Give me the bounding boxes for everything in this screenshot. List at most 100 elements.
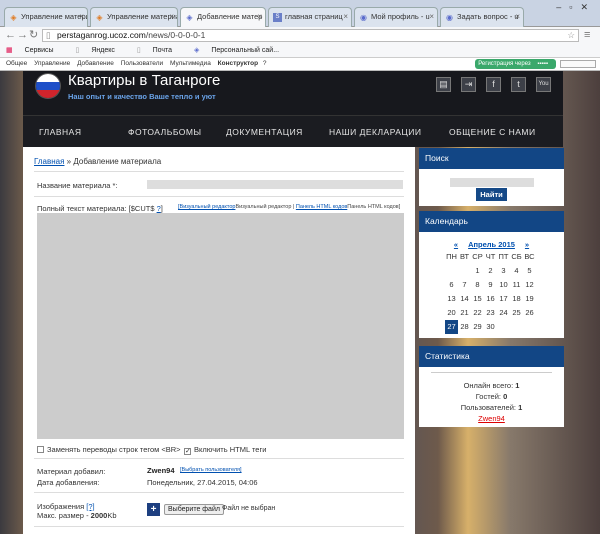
calendar-day[interactable]: 29	[471, 320, 484, 334]
calendar-day[interactable]: 23	[484, 306, 497, 320]
calendar-day[interactable]: 13	[445, 292, 458, 306]
register-via-button[interactable]: Регистрация через ▪▪▪▪▪	[475, 59, 556, 69]
twitter-icon[interactable]: t	[511, 77, 526, 92]
ucoz-search-input[interactable]	[560, 60, 596, 68]
ucoz-menu-multimedia[interactable]: Мультимедиа	[170, 60, 211, 67]
calendar-day[interactable]: 19	[523, 292, 536, 306]
checkbox-box[interactable]	[37, 446, 44, 453]
calendar-day[interactable]: 5	[523, 264, 536, 278]
calendar-day[interactable]: 15	[471, 292, 484, 306]
calendar-day[interactable]: 30	[484, 320, 497, 334]
close-icon[interactable]: ×	[429, 12, 434, 21]
fulltext-editor[interactable]	[37, 213, 404, 439]
browser-tab-2[interactable]: ◈ Управление материа ×	[90, 7, 178, 27]
bookmark-mail[interactable]: ▯ Почта	[137, 47, 182, 54]
menu-item-documentation[interactable]: ДОКУМЕНТАЦИЯ	[226, 127, 303, 137]
calendar-day[interactable]: 17	[497, 292, 510, 306]
menu-item-contact[interactable]: ОБЩЕНИЕ С НАМИ	[449, 127, 536, 137]
author-label: Материал добавил:	[37, 467, 106, 476]
calendar-prev-link[interactable]: «	[454, 240, 458, 249]
address-bar[interactable]: ▯ perstaganrog.ucoz.com/news/0-0-0-0-1 ☆	[42, 29, 579, 42]
calendar-day[interactable]: 7	[458, 278, 471, 292]
menu-icon[interactable]: ≡	[584, 28, 590, 42]
calendar-day[interactable]: 22	[471, 306, 484, 320]
menu-item-home[interactable]: ГЛАВНАЯ	[39, 127, 82, 137]
calendar-day[interactable]: 10	[497, 278, 510, 292]
calendar-day[interactable]: 24	[497, 306, 510, 320]
site-title[interactable]: Квартиры в Таганроге	[68, 72, 220, 89]
calendar-day[interactable]: 14	[458, 292, 471, 306]
window-controls[interactable]: –▫✕	[556, 2, 596, 13]
facebook-icon[interactable]: f	[486, 77, 501, 92]
browser-tab-3[interactable]: ◈ Добавление матер ×	[180, 7, 266, 27]
youtube-icon[interactable]: You	[536, 77, 551, 92]
ucoz-icon: ◈	[186, 13, 193, 22]
calendar-day[interactable]: 4	[510, 264, 523, 278]
calendar-day[interactable]: 21	[458, 306, 471, 320]
calendar-day[interactable]: 26	[523, 306, 536, 320]
breadcrumb-home-link[interactable]: Главная	[34, 157, 64, 166]
calendar-day[interactable]: 9	[484, 278, 497, 292]
stats-block-title: Статистика	[419, 346, 564, 367]
calculator-icon[interactable]: ▤	[436, 77, 451, 92]
fulltext-label: Полный текст материала: [$CUT$ ?]	[37, 204, 163, 213]
calendar-month-link[interactable]: Апрель 2015	[468, 240, 515, 249]
choose-user-link[interactable]: [Выбрать пользователя]	[180, 467, 242, 473]
ucoz-menu-general[interactable]: Общее	[6, 60, 27, 67]
site-subtitle: Наш опыт и качество Ваше тепло и уют	[68, 92, 216, 101]
calendar-day[interactable]: 12	[523, 278, 536, 292]
back-icon[interactable]: ←	[5, 28, 16, 42]
close-icon[interactable]: ×	[79, 12, 84, 21]
browser-tab-5[interactable]: ◉ Мой профиль - u ×	[354, 7, 438, 27]
star-icon[interactable]: ☆	[567, 30, 575, 41]
online-user-link[interactable]: Zwen94	[419, 413, 564, 424]
calendar-day[interactable]: 16	[484, 292, 497, 306]
ucoz-menu-add[interactable]: Добавление	[77, 60, 114, 67]
html-panel-link[interactable]: Панель HTML кодов	[296, 204, 347, 210]
choose-file-button[interactable]: Выберите файл	[164, 504, 224, 515]
checkbox-box-checked[interactable]: ✓	[184, 448, 191, 455]
add-image-button[interactable]: +	[147, 503, 160, 516]
calendar-day[interactable]: 28	[458, 320, 471, 334]
bookmark-services[interactable]: ▦ Сервисы	[6, 47, 64, 54]
calendar-day[interactable]: 18	[510, 292, 523, 306]
search-input[interactable]	[450, 178, 534, 187]
replace-br-checkbox[interactable]: Заменять переводы строк тегом <BR>	[37, 445, 181, 454]
menu-item-declarations[interactable]: НАШИ ДЕКЛАРАЦИИ	[329, 127, 421, 137]
enable-html-checkbox[interactable]: ✓ Включить HTML теги	[184, 445, 266, 455]
browser-tab-6[interactable]: ◉ Задать вопрос - u ×	[440, 7, 524, 27]
calendar-day[interactable]: 6	[445, 278, 458, 292]
forward-icon[interactable]: →	[17, 28, 28, 42]
login-icon[interactable]: ⇥	[461, 77, 476, 92]
calendar-day[interactable]: 2	[484, 264, 497, 278]
calendar-day[interactable]: 25	[510, 306, 523, 320]
ucoz-menu-users[interactable]: Пользователи	[121, 60, 163, 67]
search-button[interactable]: Найти	[476, 188, 507, 201]
calendar-day[interactable]: 3	[497, 264, 510, 278]
content-area: Главная » Добавление материала Название …	[23, 147, 415, 534]
weekday-label: ВС	[524, 252, 535, 261]
browser-tab-1[interactable]: ◈Управление материала×	[4, 7, 88, 27]
divider	[34, 526, 404, 527]
browser-tab-4[interactable]: Sглавная страниц ×	[268, 7, 352, 27]
ucoz-menu-manage[interactable]: Управление	[34, 60, 70, 67]
visual-editor-link[interactable]: [Визуальный редактор	[178, 204, 235, 210]
close-icon[interactable]: ×	[169, 12, 174, 21]
bookmark-personal-site[interactable]: ◈ Персональный сай...	[194, 47, 289, 54]
calendar-day[interactable]: 20	[445, 306, 458, 320]
close-icon[interactable]: ×	[257, 12, 262, 21]
calendar-day[interactable]: 8	[471, 278, 484, 292]
ucoz-help-link[interactable]: ?	[263, 60, 267, 67]
close-icon[interactable]: ×	[515, 12, 520, 21]
reload-icon[interactable]: ↻	[29, 28, 38, 42]
calendar-next-link[interactable]: »	[525, 240, 529, 249]
calendar-day[interactable]: 11	[510, 278, 523, 292]
ucoz-menu-constructor[interactable]: Конструктор	[218, 60, 258, 67]
calendar-day[interactable]: 1	[471, 264, 484, 278]
menu-item-photoalbums[interactable]: ФОТОАЛЬБОМЫ	[128, 127, 202, 137]
images-help-link[interactable]: [?]	[86, 502, 94, 511]
title-input[interactable]	[147, 180, 403, 189]
bookmark-yandex[interactable]: ▯ Яндекс	[76, 47, 125, 54]
close-icon[interactable]: ×	[343, 12, 348, 21]
calendar-day-today[interactable]: 27	[445, 320, 458, 334]
